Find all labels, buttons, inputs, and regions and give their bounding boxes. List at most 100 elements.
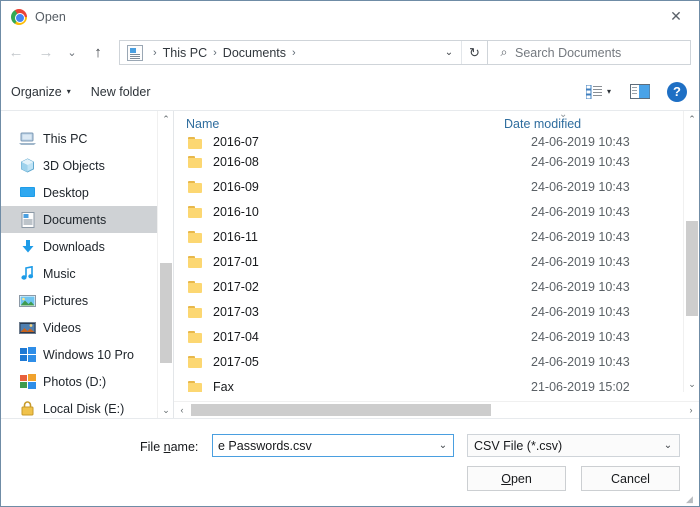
open-label-accel: O (501, 472, 511, 486)
title-bar: Open ✕ (1, 1, 699, 32)
organize-label: Organize (11, 85, 62, 99)
sidebar-item-documents[interactable]: Documents (1, 206, 173, 233)
cancel-button[interactable]: Cancel (581, 466, 680, 491)
sidebar-item-label: Music (43, 267, 76, 281)
refresh-icon[interactable]: ↻ (461, 41, 487, 64)
open-file-dialog: Open ✕ ← → ⌄ ↑ › This PC › Documents › ⌄… (0, 0, 700, 507)
videos-icon (19, 320, 36, 336)
sidebar-item-label: Photos (D:) (43, 375, 106, 389)
table-row[interactable]: 2017-0124-06-2019 10:43 (174, 249, 699, 274)
sidebar-item-photos-d[interactable]: Photos (D:) (1, 368, 173, 395)
hscroll-track[interactable] (190, 402, 683, 418)
chevron-down-icon[interactable]: ⌄ (433, 440, 453, 451)
sidebar-item-music[interactable]: Music (1, 260, 173, 287)
chevron-down-icon[interactable]: ⌄ (657, 440, 679, 451)
file-name-cell: 2016-10 (213, 205, 531, 219)
help-button[interactable]: ? (667, 82, 687, 102)
window-title: Open (35, 10, 66, 24)
date-modified-cell: 24-06-2019 10:43 (531, 355, 630, 369)
table-row[interactable]: 2016-0824-06-2019 10:43 (174, 149, 699, 174)
scroll-right-icon[interactable]: › (683, 402, 699, 418)
sidebar-item-3d-objects[interactable]: 3D Objects (1, 152, 173, 179)
scroll-down-icon[interactable]: ⌄ (684, 376, 699, 392)
search-input[interactable]: ⌕ Search Documents (488, 40, 691, 65)
folder-icon (188, 156, 202, 168)
sidebar-item-label: Downloads (43, 240, 105, 254)
file-name-input[interactable]: e Passwords.csv ⌄ (212, 434, 454, 457)
table-row[interactable]: 2016-0924-06-2019 10:43 (174, 174, 699, 199)
scroll-left-icon[interactable]: ‹ (174, 402, 190, 418)
table-row[interactable]: 2016-0724-06-2019 10:43 (174, 137, 699, 149)
preview-pane-icon[interactable] (629, 83, 651, 101)
drive-icon (19, 374, 36, 390)
folder-icon (188, 381, 202, 393)
back-icon[interactable]: ← (1, 38, 31, 68)
file-rows: 2016-0724-06-2019 10:432016-0824-06-2019… (174, 137, 699, 392)
sort-indicator-icon: ⌄ (559, 111, 567, 120)
forward-icon[interactable]: → (31, 38, 61, 68)
resize-grip[interactable]: ◢ (686, 494, 696, 504)
table-row[interactable]: 2017-0524-06-2019 10:43 (174, 349, 699, 374)
sidebar-scrollbar[interactable]: ⌃ ⌄ (157, 111, 173, 418)
date-modified-cell: 21-06-2019 15:02 (531, 380, 630, 393)
locked-drive-icon (19, 401, 36, 417)
scroll-up-icon[interactable]: ⌃ (158, 111, 173, 127)
chevron-down-icon[interactable]: ⌄ (437, 41, 461, 64)
breadcrumb-item-documents[interactable]: Documents (222, 46, 287, 60)
scroll-down-icon[interactable]: ⌄ (158, 402, 173, 418)
table-row[interactable]: 2016-1024-06-2019 10:43 (174, 199, 699, 224)
breadcrumb-item-this-pc[interactable]: This PC (162, 46, 208, 60)
close-icon[interactable]: ✕ (653, 1, 699, 31)
table-row[interactable]: 2017-0224-06-2019 10:43 (174, 274, 699, 299)
sidebar-scroll-thumb[interactable] (160, 263, 172, 363)
sidebar-item-this-pc[interactable]: This PC (1, 125, 173, 152)
sidebar-item-label: Videos (43, 321, 81, 335)
file-list-scrollbar[interactable]: ⌃ ⌄ (683, 111, 699, 392)
file-type-value: CSV File (*.csv) (468, 439, 657, 453)
hscroll-thumb[interactable] (191, 404, 491, 416)
file-name-value[interactable]: e Passwords.csv (213, 439, 433, 453)
sidebar-item-label: Documents (43, 213, 106, 227)
table-row[interactable]: 2017-0324-06-2019 10:43 (174, 299, 699, 324)
sidebar-item-pictures[interactable]: Pictures (1, 287, 173, 314)
downloads-icon (19, 239, 36, 255)
file-name-cell: 2016-08 (213, 155, 531, 169)
table-row[interactable]: 2017-0424-06-2019 10:43 (174, 324, 699, 349)
file-name-cell: Fax (213, 380, 531, 393)
date-modified-cell: 24-06-2019 10:43 (531, 305, 630, 319)
breadcrumb[interactable]: › This PC › Documents › ⌄ ↻ (119, 40, 488, 65)
table-row[interactable]: 2016-1124-06-2019 10:43 (174, 224, 699, 249)
sidebar-item-videos[interactable]: Videos (1, 314, 173, 341)
file-list-scroll-thumb[interactable] (686, 221, 698, 316)
breadcrumb-separator-2[interactable]: › (287, 47, 301, 59)
sidebar-item-label: Local Disk (E:) (43, 402, 124, 416)
breadcrumb-separator-0: › (148, 47, 162, 59)
file-list-hscrollbar[interactable]: ‹ › (174, 401, 699, 418)
this-pc-icon (19, 131, 36, 147)
up-icon[interactable]: ↑ (83, 38, 113, 68)
folder-icon (188, 356, 202, 368)
search-icon: ⌕ (493, 45, 515, 60)
scroll-up-icon[interactable]: ⌃ (684, 111, 699, 127)
sidebar-item-local-disk-e[interactable]: Local Disk (E:) (1, 395, 173, 418)
file-name-cell: 2016-09 (213, 180, 531, 194)
recent-locations-icon[interactable]: ⌄ (61, 38, 83, 68)
open-button[interactable]: Open (467, 466, 566, 491)
breadcrumb-separator-1: › (208, 47, 222, 59)
column-header-date-modified[interactable]: Date modified (504, 117, 684, 131)
sidebar-item-downloads[interactable]: Downloads (1, 233, 173, 260)
view-list-icon[interactable] (583, 83, 605, 101)
sidebar-item-label: Windows 10 Pro (43, 348, 134, 362)
folder-icon (188, 231, 202, 243)
sidebar-item-desktop[interactable]: Desktop (1, 179, 173, 206)
table-row[interactable]: Fax21-06-2019 15:02 (174, 374, 699, 392)
file-type-select[interactable]: CSV File (*.csv) ⌄ (467, 434, 680, 457)
sidebar-item-windows-10-pro[interactable]: Windows 10 Pro (1, 341, 173, 368)
file-name-cell: 2017-02 (213, 280, 531, 294)
new-folder-button[interactable]: New folder (81, 79, 161, 105)
chevron-down-icon[interactable]: ▾ (607, 87, 611, 96)
folder-icon (188, 137, 202, 149)
organize-button[interactable]: Organize ▾ (1, 79, 81, 105)
column-header-name[interactable]: Name (174, 117, 504, 131)
folder-icon (188, 306, 202, 318)
